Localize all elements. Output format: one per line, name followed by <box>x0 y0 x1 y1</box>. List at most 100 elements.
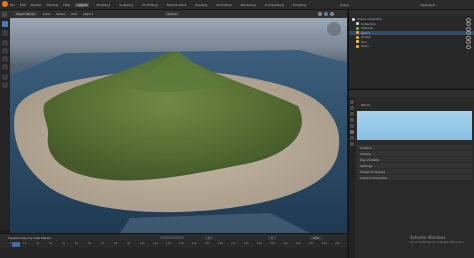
menu-view-timeline[interactable]: View <box>33 236 40 240</box>
frame-tick-label: 190 <box>257 242 262 245</box>
properties-header <box>349 90 474 97</box>
play-controls[interactable] <box>160 236 184 239</box>
frame-tick-label: 210 <box>283 242 288 245</box>
outliner-row[interactable]: Collection <box>349 22 474 26</box>
light-icon <box>356 40 359 43</box>
menu-keying[interactable]: Keying <box>22 236 32 240</box>
menu-add[interactable]: Add <box>71 12 77 16</box>
end-frame[interactable]: 250 <box>310 235 322 240</box>
scale-icon[interactable] <box>2 56 8 62</box>
transform-icon[interactable] <box>2 64 8 70</box>
outliner-row[interactable]: Ocean <box>349 35 474 40</box>
tab-shading[interactable]: Shading <box>193 3 209 7</box>
sky-color-preview[interactable] <box>357 111 472 140</box>
outliner-row[interactable]: Sun <box>349 40 474 44</box>
collection-icon <box>352 17 355 21</box>
shading-solid-icon[interactable] <box>318 12 322 16</box>
tab-uv-editing[interactable]: UV Editing <box>140 3 160 7</box>
frame-tick-label: 170 <box>231 242 236 245</box>
properties-panel-label: Settings <box>360 163 373 168</box>
outliner-header <box>349 10 474 16</box>
tab-layout[interactable]: Layout <box>75 2 90 7</box>
frame-tick-label: 140 <box>192 242 197 245</box>
outliner-row[interactable]: Camera <box>349 26 474 31</box>
frame-tick-label: 250 <box>335 242 340 245</box>
outliner: Scene Collection Collection Camera Island Oc… <box>348 10 474 88</box>
menu-playback[interactable]: Playback <box>8 236 21 240</box>
shading-material-icon[interactable] <box>324 12 328 16</box>
cursor-icon[interactable] <box>2 30 8 36</box>
frame-tick-label: 180 <box>244 242 249 245</box>
scene-tab-icon[interactable] <box>350 124 354 128</box>
annotate-icon[interactable] <box>2 74 8 80</box>
menu-help[interactable]: Help <box>63 3 70 7</box>
tab-sculpting[interactable]: Sculpting <box>117 3 135 7</box>
shading-rendered-icon[interactable] <box>330 12 334 16</box>
output-tab-icon[interactable] <box>350 112 354 116</box>
frame-tick-label: 90 <box>127 242 131 245</box>
modifier-tab-icon[interactable] <box>350 142 354 146</box>
world-tab-icon[interactable] <box>350 130 354 134</box>
menu-object[interactable]: Object <box>83 12 93 16</box>
tab-compositing[interactable]: Compositing <box>263 3 286 7</box>
tab-animation[interactable]: Animation <box>214 3 233 7</box>
properties-tabs <box>349 98 355 258</box>
rotate-icon[interactable] <box>2 48 8 54</box>
outliner-row[interactable]: Scene Collection <box>349 17 474 22</box>
menu-select[interactable]: Select <box>56 12 65 16</box>
frame-tick-label: 220 <box>296 242 301 245</box>
outliner-row-label: Island <box>361 30 370 35</box>
blender-logo-icon[interactable] <box>2 1 8 7</box>
frame-tick-label: 20 <box>36 242 40 245</box>
collection-icon <box>356 22 359 25</box>
frame-tick-label: 40 <box>62 242 66 245</box>
menu-marker[interactable]: Marker <box>41 236 51 240</box>
object-tab-icon[interactable] <box>350 136 354 140</box>
menu-render[interactable]: Render <box>31 3 42 7</box>
properties-panel-label: Custom Properties <box>360 175 388 180</box>
3d-viewport[interactable] <box>10 18 347 233</box>
menu-edit[interactable]: Edit <box>20 3 26 7</box>
mode-selector[interactable]: Object Mode <box>14 12 37 16</box>
transform-orientation[interactable]: Global <box>165 12 179 16</box>
measure-icon[interactable] <box>2 82 8 88</box>
tab-rendering[interactable]: Rendering <box>239 3 258 7</box>
playhead[interactable] <box>12 242 20 247</box>
scene-selector[interactable]: Scene <box>340 3 349 7</box>
tab-texture-paint[interactable]: Texture Paint <box>165 3 188 7</box>
tab-modeling[interactable]: Modeling <box>94 3 112 7</box>
timeline-editor: Playback Keying View Marker 1 1 250 0 10 2… <box>0 233 347 258</box>
frame-tick-label: 80 <box>114 242 118 245</box>
frame-tick-label: 240 <box>322 242 327 245</box>
world-name[interactable]: World <box>361 103 370 107</box>
outliner-row-label: Camera <box>361 26 373 30</box>
viewport-gizmo[interactable] <box>327 22 341 36</box>
menu-window[interactable]: Window <box>47 3 59 7</box>
outliner-row[interactable]: Island <box>349 30 474 35</box>
editor-type-icon[interactable] <box>2 11 7 17</box>
render-tab-icon[interactable] <box>350 106 354 110</box>
frame-ruler[interactable]: 0 10 20 30 40 50 60 70 80 90 100 110 120 130 140 150 160… <box>0 242 347 247</box>
outliner-row[interactable]: Sand <box>349 44 474 49</box>
menu-file[interactable]: File <box>10 3 15 7</box>
frame-tick-label: 10 <box>23 242 27 245</box>
menu-view[interactable]: View <box>43 12 50 16</box>
tool-shelf <box>0 18 10 230</box>
tool-tab-icon[interactable] <box>350 100 354 104</box>
top-menu-bar: File Edit Render Window Help Layout Mode… <box>0 0 474 10</box>
start-frame[interactable]: 1 <box>268 235 276 240</box>
tab-scripting[interactable]: Scripting <box>291 3 308 7</box>
watermark-subtitle: Go to Settings to activate Windows. <box>410 240 464 244</box>
frame-tick-label: 30 <box>49 242 53 245</box>
properties-panel-row[interactable]: Custom Properties <box>357 174 472 180</box>
mesh-icon <box>356 31 359 34</box>
frame-tick-label: 60 <box>88 242 92 245</box>
view-layer-selector[interactable]: ViewLayer <box>420 3 435 7</box>
current-frame[interactable]: 1 <box>205 235 213 240</box>
move-icon[interactable] <box>2 40 8 46</box>
view-layer-tab-icon[interactable] <box>350 118 354 122</box>
frame-tick-label: 50 <box>75 242 79 245</box>
visibility-eye-icon[interactable] <box>466 44 471 49</box>
select-box-icon[interactable] <box>2 21 8 27</box>
activate-windows-watermark: Activate Windows Go to Settings to activ… <box>410 235 464 244</box>
